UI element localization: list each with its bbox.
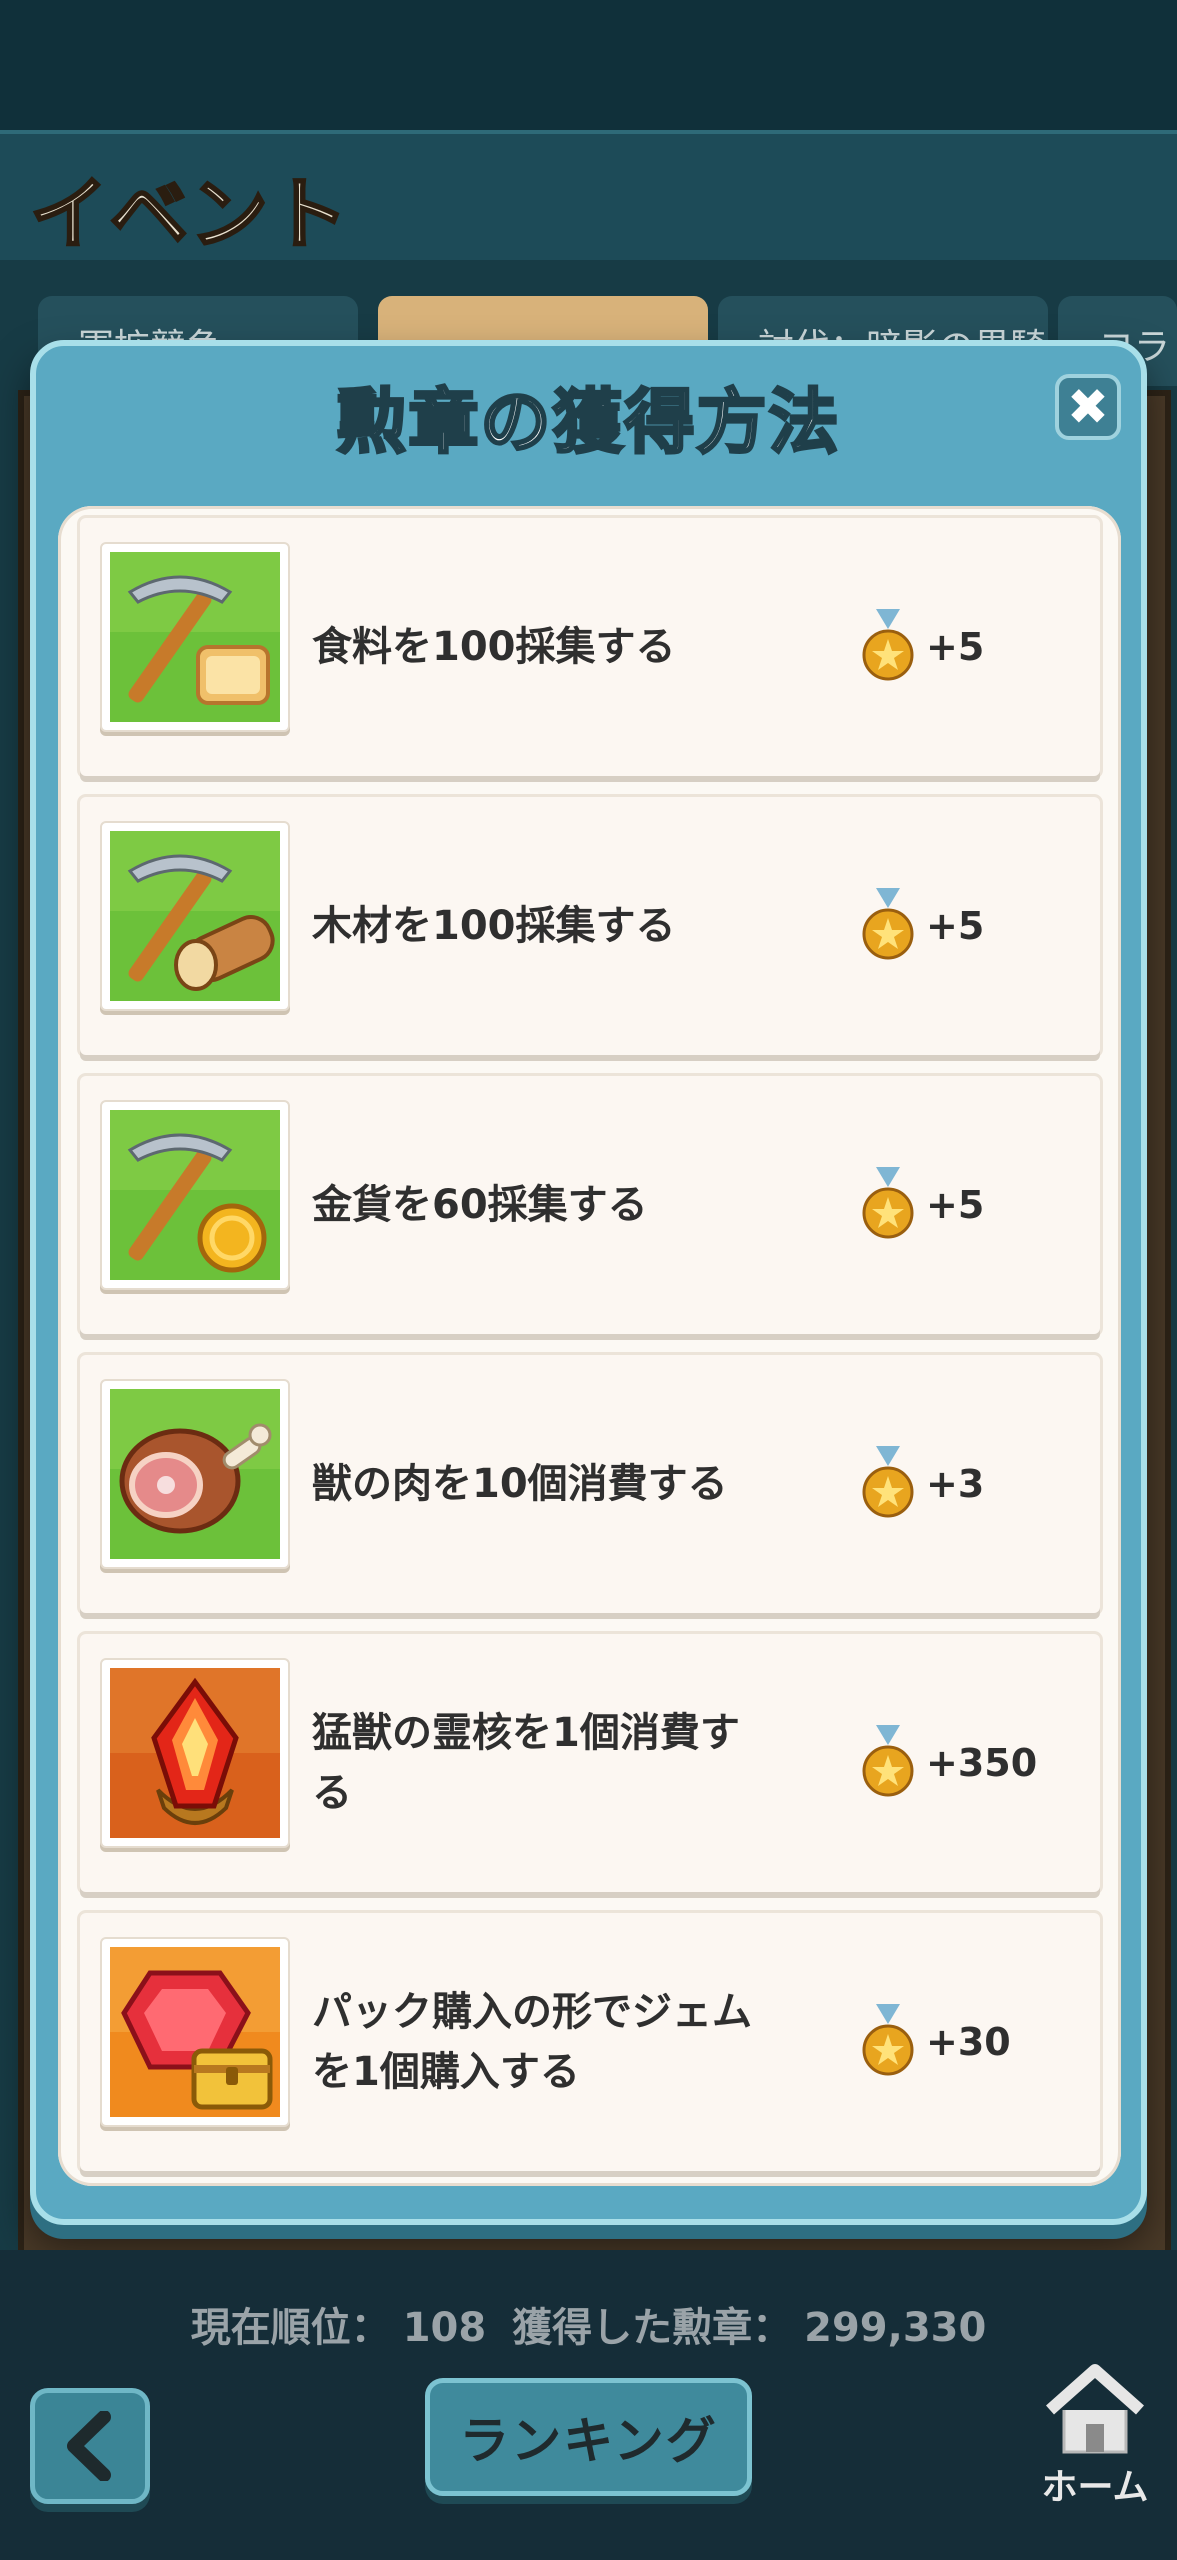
medals-label: 獲得した勲章： xyxy=(512,2305,793,2351)
reward: +3 xyxy=(860,1355,984,1613)
reward: +350 xyxy=(860,1634,1037,1892)
list-item: 獣の肉を10個消費する +3 xyxy=(80,1355,1100,1613)
task-text: 金貨を60採集する xyxy=(312,1182,648,1228)
back-button[interactable] xyxy=(30,2388,150,2504)
status-area xyxy=(0,0,1177,130)
reward-value: +3 xyxy=(926,1462,985,1506)
list-item: 猛獣の霊核を1個消費する +350 xyxy=(80,1634,1100,1892)
stats-line: 現在順位： 108 獲得した勲章： 299,330 xyxy=(0,2295,1177,2353)
home-label: ホーム xyxy=(1041,2467,1149,2508)
header: イベント xyxy=(0,130,1177,268)
medals-value: 299,330 xyxy=(804,2305,987,2351)
pickaxe-wood-icon xyxy=(100,821,290,1011)
task-text: 獣の肉を10個消費する xyxy=(312,1461,728,1507)
close-button[interactable]: ✖ xyxy=(1055,374,1121,440)
medal-icon xyxy=(862,1725,914,1797)
reward: +5 xyxy=(860,1076,984,1334)
list-item: 食料を100採集する +5 xyxy=(80,518,1100,776)
home-button[interactable]: ホーム xyxy=(1020,2360,1170,2520)
ranking-button[interactable]: ランキング xyxy=(425,2378,752,2496)
pickaxe-coin-icon xyxy=(100,1100,290,1290)
chevron-left-icon xyxy=(67,2411,111,2481)
reward-value: +30 xyxy=(926,2020,1011,2064)
task-text: パック購入の形でジェムを1個購入する xyxy=(312,1989,752,2095)
reward: +5 xyxy=(860,797,984,1055)
beast-core-icon xyxy=(100,1658,290,1848)
pickaxe-bread-icon xyxy=(100,542,290,732)
medal-icon xyxy=(862,1167,914,1239)
task-list: 食料を100採集する +5 木材を100採集する +5 金貨を60採集する +5… xyxy=(58,506,1121,2186)
reward: +5 xyxy=(860,518,984,776)
reward-value: +350 xyxy=(926,1741,1038,1785)
reward-value: +5 xyxy=(926,625,985,669)
reward-value: +5 xyxy=(926,904,985,948)
home-icon xyxy=(1046,2364,1144,2454)
list-item: パック購入の形でジェムを1個購入する +30 xyxy=(80,1913,1100,2171)
task-text: 猛獣の霊核を1個消費する xyxy=(312,1710,740,1816)
rank-value: 108 xyxy=(402,2305,487,2351)
medal-icon xyxy=(862,1446,914,1518)
medal-info-modal: 勲章の獲得方法 ✖ 食料を100採集する +5 木材を100採集する +5 金貨… xyxy=(30,340,1147,2225)
list-item: 木材を100採集する +5 xyxy=(80,797,1100,1055)
page-title: イベント xyxy=(28,169,351,262)
reward: +30 xyxy=(860,1913,1011,2171)
meat-icon xyxy=(100,1379,290,1569)
medal-icon xyxy=(862,888,914,960)
medal-icon xyxy=(862,609,914,681)
task-text: 食料を100採集する xyxy=(312,624,676,670)
medal-icon xyxy=(862,2004,914,2076)
task-text: 木材を100採集する xyxy=(312,903,676,949)
gem-chest-icon xyxy=(100,1937,290,2127)
rank-label: 現在順位： xyxy=(190,2305,391,2351)
list-item: 金貨を60採集する +5 xyxy=(80,1076,1100,1334)
modal-title: 勲章の獲得方法 xyxy=(335,380,841,465)
reward-value: +5 xyxy=(926,1183,985,1227)
